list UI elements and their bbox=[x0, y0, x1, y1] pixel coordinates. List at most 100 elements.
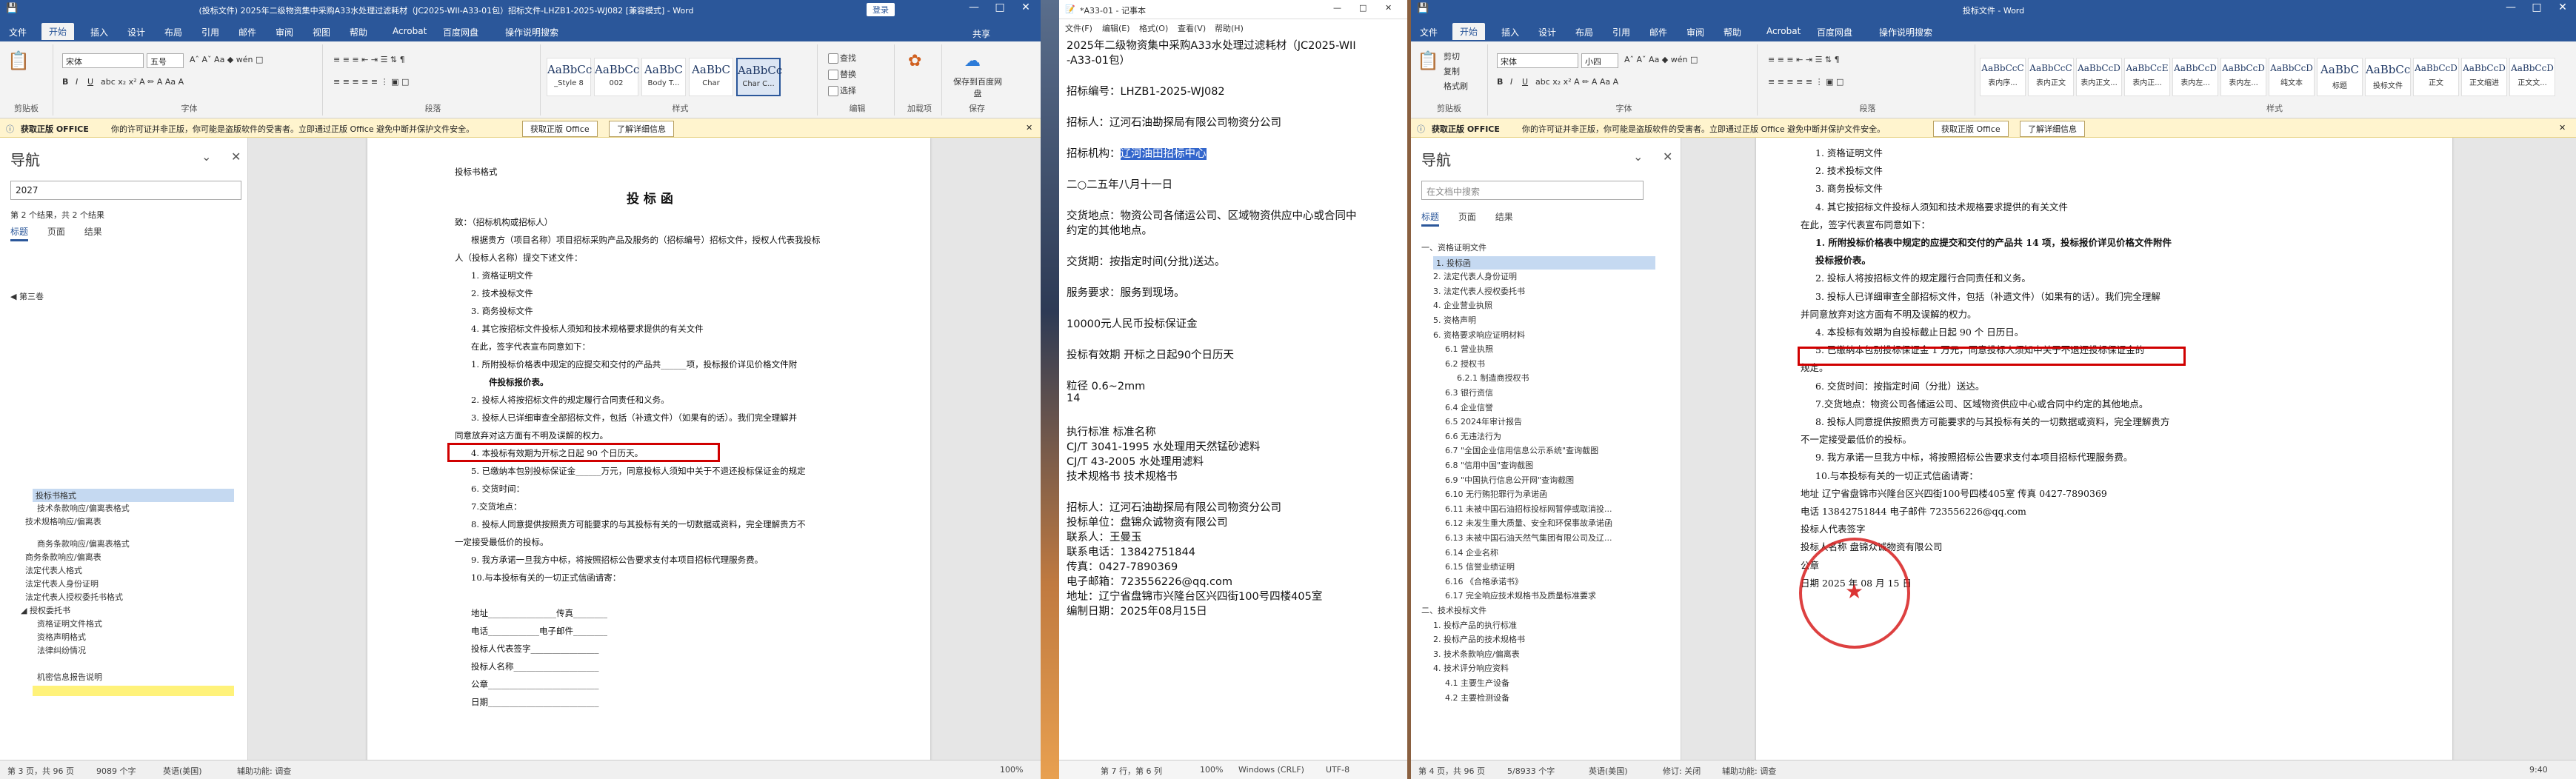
tab-pages[interactable]: 页面 bbox=[1458, 212, 1476, 222]
tab-headings[interactable]: 标题 bbox=[10, 227, 29, 241]
document-page[interactable]: 1. 资格证明文件 2. 技术投标文件 3. 商务投标文件 4. 其它按招标文件投标人… bbox=[1756, 138, 2452, 760]
style-item[interactable]: AaBbCcD 表内左... bbox=[2172, 58, 2218, 96]
nav-tree-item[interactable]: 1. 投标函 bbox=[1433, 255, 1655, 270]
nav-tree-item[interactable]: 6.6 无违法行为 bbox=[1445, 430, 1501, 442]
nav-tree-item[interactable]: 2. 投标产品的技术规格书 bbox=[1433, 633, 1525, 645]
nav-tree-item[interactable]: 6.14 企业名称 bbox=[1445, 546, 1498, 558]
cut-button[interactable]: 剪切 bbox=[1444, 50, 1460, 62]
nav-tree-item[interactable]: 6.15 信誉业绩证明 bbox=[1445, 561, 1515, 572]
tab-help[interactable]: 帮助 bbox=[1724, 26, 1741, 39]
find-button[interactable]: 查找 bbox=[828, 52, 856, 64]
minimize-icon[interactable]: — bbox=[2500, 1, 2522, 13]
language[interactable]: 英语(美国) bbox=[1589, 765, 1628, 777]
tab-acrobat[interactable]: Acrobat bbox=[1766, 26, 1801, 36]
get-office-button[interactable]: 获取正版 Office bbox=[1933, 121, 2009, 137]
style-item[interactable]: AaBbCc _Style 8 bbox=[547, 58, 592, 96]
close-icon[interactable]: ✕ bbox=[2552, 1, 2574, 13]
tab-home[interactable]: 开始 bbox=[1452, 23, 1486, 40]
tab-baidu[interactable]: 百度网盘 bbox=[1817, 26, 1852, 39]
nav-tree-item[interactable]: 一、资格证明文件 bbox=[1421, 241, 1486, 253]
tab-mailings[interactable]: 邮件 bbox=[1649, 26, 1667, 39]
nav-tree-item[interactable]: 4.2 主要检测设备 bbox=[1445, 692, 1509, 703]
paste-icon[interactable]: 📋 bbox=[1417, 50, 1439, 71]
menu-view[interactable]: 查看(V) bbox=[1178, 22, 1206, 34]
close-icon[interactable]: ✕ bbox=[1015, 1, 1037, 13]
bold-button[interactable]: B bbox=[1497, 77, 1503, 87]
tell-me-search[interactable]: 操作说明搜索 bbox=[1879, 26, 1932, 39]
nav-item[interactable]: 商务条款响应/偏离表 bbox=[25, 551, 101, 563]
tab-insert[interactable]: 插入 bbox=[90, 26, 108, 39]
style-item[interactable]: AaBbCc Char C... bbox=[736, 58, 782, 96]
underline-button[interactable]: U bbox=[87, 77, 93, 87]
nav-tree-item[interactable]: 3. 法定代表人授权委托书 bbox=[1433, 285, 1525, 297]
nav-item[interactable]: 资格证明文件格式 bbox=[37, 618, 102, 629]
nav-tree-item[interactable]: 6.10 无行贿犯罪行为承诺函 bbox=[1445, 488, 1547, 500]
nav-tree-item[interactable]: 4. 企业营业执照 bbox=[1433, 299, 1492, 311]
maximize-icon[interactable]: □ bbox=[1359, 3, 1367, 13]
nav-item[interactable]: 资格声明格式 bbox=[37, 631, 86, 643]
align-left-icon[interactable]: ≡ ≡ ≡ ≡ ≡ ⋮ ▣ □ bbox=[1768, 77, 1843, 87]
style-item[interactable]: AaBbCcD 表内正文... bbox=[2076, 58, 2122, 96]
tab-acrobat[interactable]: Acrobat bbox=[393, 26, 427, 36]
tab-view[interactable]: 视图 bbox=[313, 26, 330, 39]
select-button[interactable]: 选择 bbox=[828, 84, 856, 96]
nav-search-input[interactable]: 2027 bbox=[10, 181, 241, 200]
style-item[interactable]: AaBbC Body T... bbox=[641, 58, 686, 96]
track-changes[interactable]: 修订: 关闭 bbox=[1663, 765, 1701, 777]
share-button[interactable]: 共享 bbox=[967, 26, 996, 41]
font-size-select[interactable]: 小四 bbox=[1581, 53, 1618, 68]
nav-item[interactable]: 技术条款响应/偏离表格式 bbox=[37, 502, 130, 514]
tell-me-search[interactable]: 操作说明搜索 bbox=[505, 26, 558, 39]
bold-button[interactable]: B bbox=[62, 77, 68, 87]
cloud-save-icon[interactable]: ☁ bbox=[964, 52, 981, 70]
nav-item[interactable]: 技术规格响应/偏离表 bbox=[25, 515, 101, 527]
italic-button[interactable]: I bbox=[1510, 77, 1512, 87]
nav-tree-item[interactable]: 6.1 营业执照 bbox=[1445, 343, 1493, 355]
minimize-icon[interactable]: — bbox=[963, 1, 985, 13]
nav-tree-item[interactable]: 6.8 "信用中国"查询截图 bbox=[1445, 459, 1533, 471]
save-to-baidu-button[interactable]: 保存到百度网盘 bbox=[951, 76, 1004, 99]
nav-search-input[interactable]: 在文档中搜索 bbox=[1421, 181, 1644, 200]
addin-icon[interactable]: ✿ bbox=[908, 52, 921, 70]
chevron-down-icon[interactable]: ⌄ bbox=[1633, 150, 1643, 164]
style-item[interactable]: AaBbCc 002 bbox=[594, 58, 639, 96]
tab-design[interactable]: 设计 bbox=[127, 26, 145, 39]
language[interactable]: 英语(美国) bbox=[163, 765, 202, 777]
tab-help[interactable]: 帮助 bbox=[350, 26, 367, 39]
align-left-icon[interactable]: ≡ ≡ ≡ ≡ ≡ ⋮ ▣ □ bbox=[333, 77, 409, 87]
close-icon[interactable]: ✕ bbox=[1385, 3, 1392, 13]
nav-tree-item[interactable]: 5. 资格声明 bbox=[1433, 314, 1476, 326]
learn-more-button[interactable]: 了解详细信息 bbox=[609, 121, 674, 137]
style-item[interactable]: AaBbCcC 表内正文 bbox=[2028, 58, 2074, 96]
tab-layout[interactable]: 布局 bbox=[164, 26, 182, 39]
tab-baidu[interactable]: 百度网盘 bbox=[443, 26, 478, 39]
nav-item-selected[interactable]: 投标书格式 bbox=[33, 489, 234, 502]
nav-tree-item[interactable]: 3. 技术条款响应/偏离表 bbox=[1433, 648, 1520, 660]
tab-mailings[interactable]: 邮件 bbox=[238, 26, 256, 39]
maximize-icon[interactable]: □ bbox=[989, 1, 1011, 13]
nav-tree-item[interactable]: 4.1 主要生产设备 bbox=[1445, 677, 1509, 689]
minimize-icon[interactable]: — bbox=[1333, 3, 1341, 13]
font-size-select[interactable]: 五号 bbox=[147, 53, 184, 68]
tab-headings[interactable]: 标题 bbox=[1421, 212, 1440, 227]
style-item[interactable]: AaBbCcD 正文 bbox=[2413, 58, 2459, 96]
nav-tree-item[interactable]: 6.13 未被中国石油天然气集团有限公司及辽... bbox=[1445, 532, 1612, 544]
nav-item[interactable]: 法定代表人身份证明 bbox=[25, 578, 99, 589]
document-page[interactable]: 投标书格式 投 标 函 致：（招标机构或招标人） 根据贵方（项目名称）项目招标采… bbox=[367, 138, 930, 760]
zoom-level[interactable]: 100% bbox=[1000, 765, 1023, 775]
font-select[interactable]: 宋体 bbox=[62, 53, 144, 68]
tab-review[interactable]: 审阅 bbox=[1686, 26, 1704, 39]
tab-home[interactable]: 开始 bbox=[41, 23, 75, 40]
nav-tree-item[interactable]: 6.9 "中国执行信息公开网"查询截图 bbox=[1445, 474, 1574, 486]
nav-item[interactable]: 法定代表人格式 bbox=[25, 564, 82, 576]
nav-tree-item[interactable]: 6.2 授权书 bbox=[1445, 358, 1485, 370]
maximize-icon[interactable]: □ bbox=[2526, 1, 2548, 13]
tab-design[interactable]: 设计 bbox=[1538, 26, 1556, 39]
strikethrough-button[interactable]: abc x₂ x² A ✏ A Aa A bbox=[101, 77, 184, 87]
style-item[interactable]: AaBbCc 投标文件 bbox=[2365, 58, 2411, 96]
bullets-icon[interactable]: ≡ ≡ ≡ ⇤ ⇥ ☰ ⇅ ¶ bbox=[333, 55, 405, 64]
login-button[interactable]: 登录 bbox=[867, 3, 895, 16]
nav-tree-item[interactable]: 二、技术投标文件 bbox=[1421, 604, 1486, 616]
nav-tree-item[interactable]: ◀ 第三卷 bbox=[10, 290, 44, 302]
menu-edit[interactable]: 编辑(E) bbox=[1102, 22, 1130, 34]
